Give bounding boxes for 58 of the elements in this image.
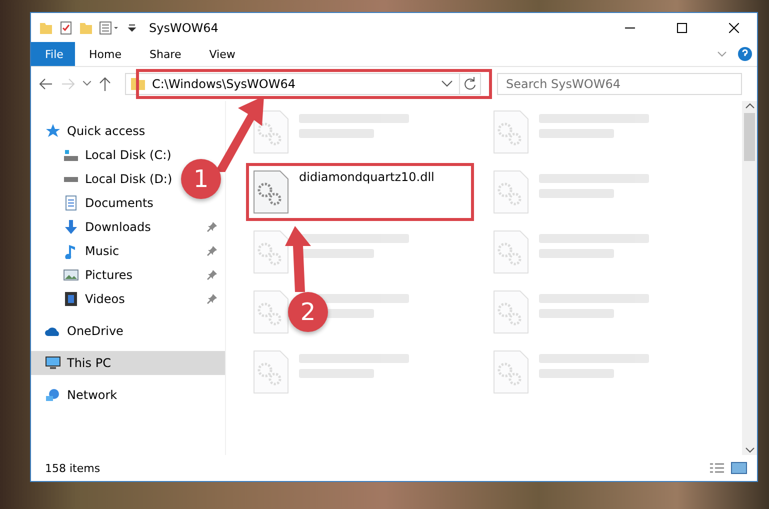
gear-file-icon bbox=[493, 230, 529, 274]
window-title: SysWOW64 bbox=[149, 20, 220, 34]
pin-icon[interactable] bbox=[207, 294, 217, 304]
nav-item[interactable]: Downloads bbox=[31, 215, 225, 239]
folder-icon bbox=[130, 77, 146, 91]
scroll-down-icon[interactable] bbox=[744, 445, 754, 455]
gear-file-icon bbox=[253, 350, 289, 394]
gear-file-icon bbox=[253, 230, 289, 274]
nav-item[interactable]: Documents bbox=[31, 191, 162, 215]
gear-file-icon bbox=[493, 170, 529, 214]
file-item[interactable]: didiamondquartz10.dll bbox=[246, 163, 474, 221]
nav-item[interactable]: Videos bbox=[31, 287, 225, 311]
item-count: 158 items bbox=[45, 462, 100, 474]
star-icon bbox=[45, 123, 61, 139]
nav-item[interactable]: OneDrive bbox=[31, 319, 132, 343]
nav-item[interactable]: Quick access bbox=[31, 119, 154, 143]
details-view-icon[interactable] bbox=[709, 462, 725, 474]
ribbon-tab[interactable]: View bbox=[195, 42, 250, 66]
nav-item[interactable]: Network bbox=[31, 383, 126, 407]
scrollbar[interactable] bbox=[742, 101, 757, 455]
gear-file-icon bbox=[493, 110, 529, 154]
network-icon bbox=[45, 387, 61, 403]
pin-icon[interactable] bbox=[207, 270, 217, 280]
pc-icon bbox=[45, 355, 61, 371]
scrollbar-thumb[interactable] bbox=[744, 113, 755, 161]
ribbon-tab[interactable]: Share bbox=[135, 42, 196, 66]
address-field[interactable]: C:\Windows\SysWOW64 bbox=[125, 73, 481, 95]
large-icons-view-icon[interactable] bbox=[731, 462, 747, 474]
gear-file-icon bbox=[253, 290, 289, 334]
gear-file-icon bbox=[253, 170, 289, 214]
pin-icon[interactable] bbox=[207, 246, 217, 256]
ribbon-tab[interactable]: Home bbox=[75, 42, 136, 66]
disk-system-icon bbox=[63, 148, 79, 162]
close-icon bbox=[729, 22, 739, 32]
properties-icon[interactable] bbox=[99, 20, 121, 34]
back-button[interactable] bbox=[37, 76, 55, 92]
gear-file-icon bbox=[253, 110, 289, 154]
file-name: didiamondquartz10.dll bbox=[299, 170, 434, 184]
nav-item[interactable]: Local Disk (C:) bbox=[31, 143, 180, 167]
downloads-icon bbox=[63, 219, 79, 235]
maximize-icon bbox=[677, 22, 687, 32]
dropdown-icon[interactable] bbox=[127, 22, 137, 34]
pictures-icon bbox=[63, 267, 79, 283]
checklist-icon[interactable] bbox=[59, 20, 73, 34]
ribbon-tab[interactable]: File bbox=[31, 42, 75, 66]
nav-item[interactable]: Music bbox=[31, 239, 225, 263]
gear-file-icon bbox=[493, 290, 529, 334]
nav-item[interactable]: Pictures bbox=[31, 263, 225, 287]
pin-icon[interactable] bbox=[207, 222, 217, 232]
chevron-down-icon[interactable] bbox=[441, 80, 453, 88]
search-field[interactable]: Search SysWOW64 bbox=[497, 73, 742, 95]
videos-icon bbox=[63, 291, 79, 307]
gear-file-icon bbox=[493, 350, 529, 394]
documents-icon bbox=[63, 195, 79, 211]
up-button[interactable] bbox=[97, 75, 113, 93]
nav-item[interactable]: Local Disk (D:) bbox=[31, 167, 180, 191]
scroll-up-icon[interactable] bbox=[744, 101, 754, 111]
nav-item[interactable]: This PC bbox=[31, 351, 225, 375]
